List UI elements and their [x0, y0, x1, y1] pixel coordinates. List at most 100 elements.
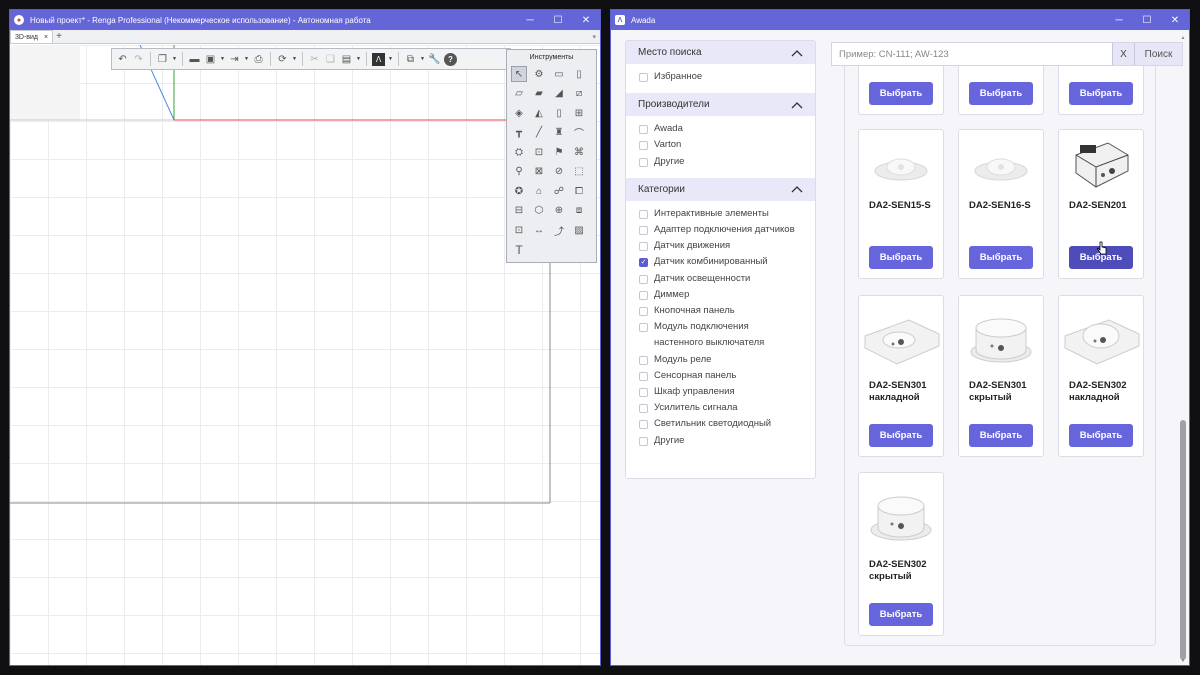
accessory-tool-icon[interactable]: ⊘	[551, 164, 567, 180]
cabinet-tool-icon[interactable]: ⊟	[511, 203, 527, 219]
checkbox[interactable]	[639, 420, 648, 430]
plate-tool-icon[interactable]: ◈	[511, 105, 527, 121]
railing-tool-icon[interactable]: ┳	[511, 125, 527, 141]
clear-search-button[interactable]: X	[1112, 43, 1134, 65]
select-button[interactable]: Выбрать	[869, 82, 933, 105]
paste-icon[interactable]: ▤	[340, 53, 353, 66]
close-button[interactable]: ✕	[1161, 10, 1189, 30]
filter-category[interactable]: Датчик освещенности	[639, 271, 815, 287]
filter-category[interactable]: ✓ Датчик комбинированный	[639, 254, 815, 270]
awada-titlebar[interactable]: Λ Awada ─ ☐ ✕	[611, 10, 1189, 30]
filter-category[interactable]: Другие	[639, 433, 815, 449]
checkbox[interactable]	[639, 355, 648, 365]
tab-close-icon[interactable]: ×	[44, 34, 48, 41]
add-tab-button[interactable]: +	[53, 30, 65, 43]
duct-tool-icon[interactable]: ⊠	[531, 164, 547, 180]
print-icon[interactable]: ⎙	[252, 53, 265, 66]
checkbox[interactable]	[639, 307, 648, 317]
select-button[interactable]: Выбрать	[869, 424, 933, 447]
filter-category[interactable]: Модуль реле	[639, 352, 815, 368]
close-button[interactable]: ✕	[572, 10, 600, 30]
chevron-down-icon[interactable]: ▼	[292, 56, 297, 62]
pipe-tool-icon[interactable]: ⌒	[571, 125, 587, 141]
chevron-down-icon[interactable]: ▼	[356, 56, 361, 62]
panel-tool-icon[interactable]: ⧠	[571, 183, 587, 199]
filter-manufacturer-other[interactable]: Другие	[639, 154, 815, 170]
chevron-up-icon[interactable]	[791, 101, 803, 109]
checkbox[interactable]	[639, 290, 648, 300]
chevron-down-icon[interactable]: ▼	[420, 56, 425, 62]
select-button[interactable]: Выбрать	[1069, 82, 1133, 105]
roof-tool-icon[interactable]: ◢	[551, 86, 567, 102]
checkbox[interactable]	[639, 388, 648, 398]
ramp-tool-icon[interactable]: ◭	[531, 105, 547, 121]
tab-3d-view[interactable]: 3D-вид ×	[10, 30, 54, 43]
scrollbar-thumb[interactable]	[1180, 420, 1186, 660]
valve-tool-icon[interactable]: ⌘	[571, 144, 587, 160]
tray-tool-icon[interactable]: ⧈	[571, 203, 587, 219]
chevron-up-icon[interactable]	[791, 49, 803, 57]
light-tool-icon[interactable]: ✪	[511, 183, 527, 199]
filter-category[interactable]: Адаптер подключения датчиков	[639, 222, 815, 238]
checkbox[interactable]	[639, 274, 648, 284]
chevron-up-icon[interactable]	[791, 185, 803, 193]
fitting-tool-icon[interactable]: ⚑	[551, 144, 567, 160]
search-button[interactable]: Поиск	[1134, 43, 1182, 65]
filter-manufacturer-awada[interactable]: Awada	[639, 121, 815, 137]
save-icon[interactable]: ▣	[204, 53, 217, 66]
terminal-tool-icon[interactable]: ⬚	[571, 164, 587, 180]
wrench-icon[interactable]: 🔧	[428, 53, 441, 66]
filter-category[interactable]: Шкаф управления	[639, 384, 815, 400]
copy-view-icon[interactable]: ❐	[156, 53, 169, 66]
door-tool-icon[interactable]: ▯	[551, 105, 567, 121]
checkbox[interactable]	[639, 242, 648, 252]
filter-category[interactable]: Сенсорная панель	[639, 368, 815, 384]
search-input[interactable]	[832, 43, 1112, 65]
scroll-down-icon[interactable]: ▼	[1180, 658, 1186, 664]
window-tool-icon[interactable]: ⊞	[571, 105, 587, 121]
electric-tool-icon[interactable]: ⌂	[531, 183, 547, 199]
section-location-header[interactable]: Место поиска	[626, 41, 815, 64]
filter-category[interactable]: Интерактивные элементы	[639, 206, 815, 222]
minimize-button[interactable]: ─	[516, 10, 544, 30]
minimize-button[interactable]: ─	[1105, 10, 1133, 30]
checkbox[interactable]	[639, 404, 648, 414]
level-tool-icon[interactable]: ⤴	[551, 222, 567, 238]
checkbox[interactable]	[639, 226, 648, 236]
select-button[interactable]: Выбрать	[1069, 424, 1133, 447]
checkbox[interactable]	[639, 125, 648, 135]
text-tool-icon[interactable]: T	[511, 242, 527, 258]
checkbox-checked[interactable]: ✓	[639, 258, 648, 268]
chevron-down-icon[interactable]: ▼	[220, 56, 225, 62]
select-button[interactable]: Выбрать	[869, 603, 933, 626]
maximize-button[interactable]: ☐	[1133, 10, 1161, 30]
beam-tool-icon[interactable]: ⧄	[571, 86, 587, 102]
undo-icon[interactable]: ↶	[116, 53, 129, 66]
hatch-tool-icon[interactable]: ▨	[571, 222, 587, 238]
filter-manufacturer-varton[interactable]: Varton	[639, 137, 815, 153]
scroll-up-icon[interactable]: ▲	[1180, 35, 1186, 41]
filter-category[interactable]: Диммер	[639, 287, 815, 303]
socket-tool-icon[interactable]: ⊕	[551, 203, 567, 219]
scrollbar[interactable]: ▲ ▼	[1180, 35, 1186, 664]
filter-category[interactable]: Датчик движения	[639, 238, 815, 254]
switch-tool-icon[interactable]: ⬡	[531, 203, 547, 219]
circuit-tool-icon[interactable]: ☍	[551, 183, 567, 199]
sync-icon[interactable]: ⟳	[276, 53, 289, 66]
section-manufacturers-header[interactable]: Производители	[626, 93, 815, 117]
select-button[interactable]: Выбрать	[969, 424, 1033, 447]
equipment-tool-icon[interactable]: ♜	[551, 125, 567, 141]
renga-logo-icon[interactable]: Λ	[372, 52, 385, 66]
checkbox[interactable]	[639, 436, 648, 446]
copy-icon[interactable]: ❏	[324, 53, 337, 66]
floor-tool-icon[interactable]: ▰	[531, 86, 547, 102]
line-tool-icon[interactable]: ╱	[531, 125, 547, 141]
select-button[interactable]: Выбрать	[969, 246, 1033, 269]
views-icon[interactable]: ⧉	[404, 53, 417, 66]
fixture-tool-icon[interactable]: ⛭	[511, 144, 527, 160]
checkbox[interactable]	[639, 323, 648, 333]
cut-icon[interactable]: ✂	[308, 53, 321, 66]
wall-tool-icon[interactable]: ▭	[551, 66, 567, 82]
checkbox[interactable]	[639, 73, 648, 82]
filter-category[interactable]: Усилитель сигнала	[639, 400, 815, 416]
